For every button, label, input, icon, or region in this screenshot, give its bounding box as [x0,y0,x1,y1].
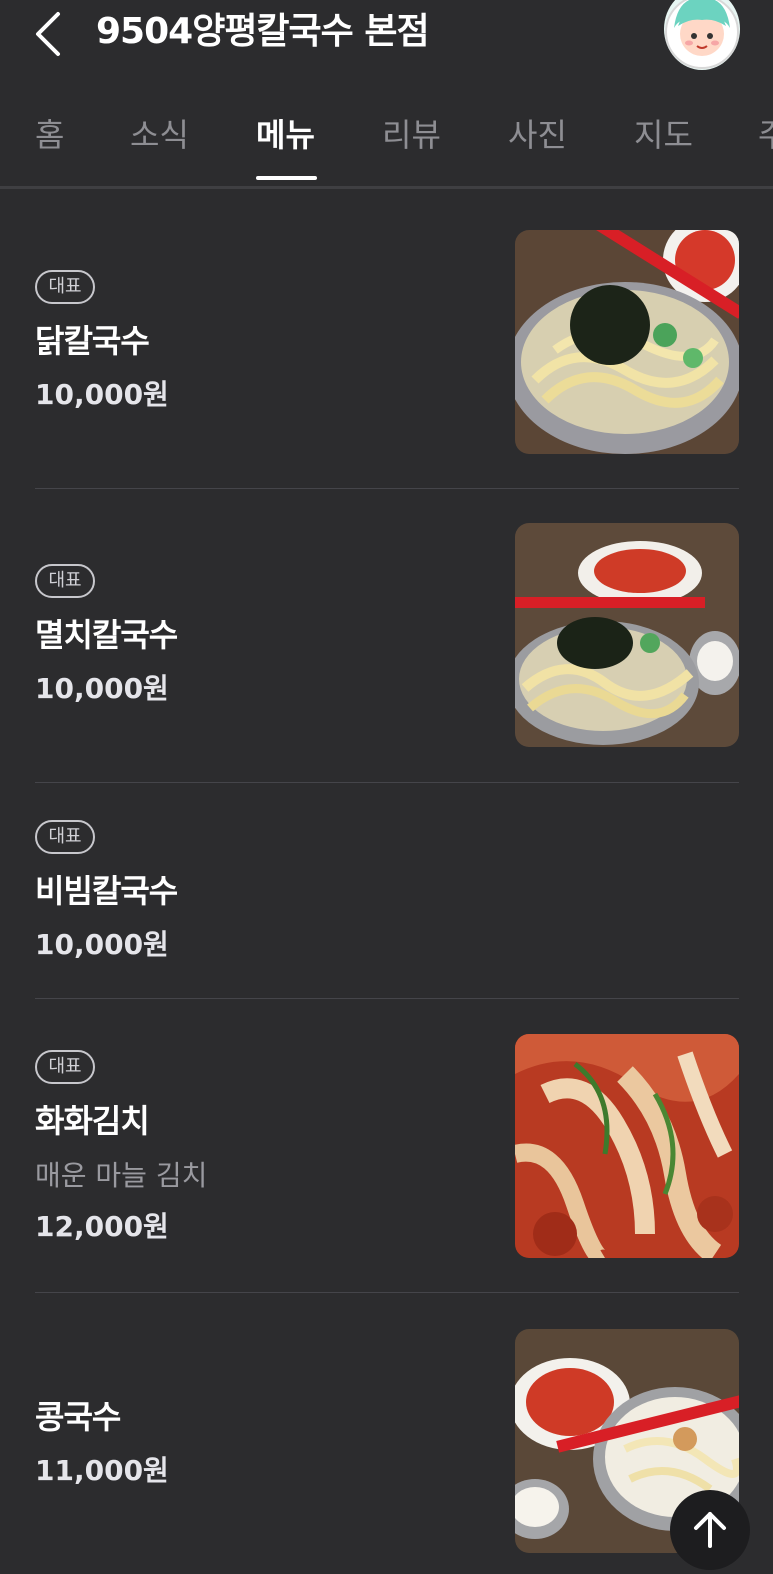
kimchi-photo[interactable] [515,1034,739,1258]
page-title: 9504양평칼국수 본점 [96,11,430,52]
menu-item-price: 10,000원 [35,672,169,705]
menu-item-name: 비빔칼국수 [35,872,178,910]
anchovy-noodle-photo[interactable] [515,523,739,747]
arrow-up-icon [694,1512,726,1548]
menu-item[interactable]: 대표 비빔칼국수 10,000원 [0,782,773,998]
divider [35,488,739,489]
noodle-soup-photo[interactable] [515,230,739,454]
menu-item-price: 10,000원 [35,928,169,961]
signature-badge: 대표 [35,1050,95,1084]
signature-badge: 대표 [35,820,95,854]
avatar[interactable] [664,0,740,70]
tab-photo[interactable]: 사진 [508,110,567,156]
menu-item[interactable]: 대표 멸치칼국수 10,000원 [0,522,773,780]
tab-news[interactable]: 소식 [130,110,189,156]
tab-review[interactable]: 리뷰 [382,110,441,156]
menu-item-name: 콩국수 [35,1398,121,1436]
signature-badge: 대표 [35,564,95,598]
menu-item-name: 멸치칼국수 [35,616,178,654]
menu-item-name: 화화김치 [35,1102,150,1140]
tab-more[interactable]: 주 [758,110,773,156]
divider [35,998,739,999]
app-header: 9504양평칼국수 본점 [0,0,773,75]
tab-map[interactable]: 지도 [634,110,693,156]
menu-item[interactable]: 대표 닭칼국수 10,000원 [0,230,773,488]
menu-item[interactable]: 대표 화화김치 매운 마늘 김치 12,000원 [0,1034,773,1292]
menu-item-price: 12,000원 [35,1210,169,1243]
menu-item-name: 닭칼국수 [35,322,150,360]
my-avatar-icon [665,0,739,69]
tab-bar: 홈 소식 메뉴 리뷰 사진 지도 주 [0,96,773,189]
tab-home[interactable]: 홈 [35,110,64,156]
chevron-left-icon [36,12,60,56]
menu-item-price: 10,000원 [35,378,169,411]
active-tab-indicator [256,176,317,180]
back-button[interactable] [28,8,72,58]
divider [35,1292,739,1293]
tab-menu[interactable]: 메뉴 [256,110,315,156]
menu-item-price: 11,000원 [35,1454,169,1487]
menu-item[interactable]: 콩국수 11,000원 [0,1328,773,1565]
menu-item-description: 매운 마늘 김치 [35,1159,208,1192]
signature-badge: 대표 [35,270,95,304]
scroll-to-top-button[interactable] [670,1490,750,1570]
